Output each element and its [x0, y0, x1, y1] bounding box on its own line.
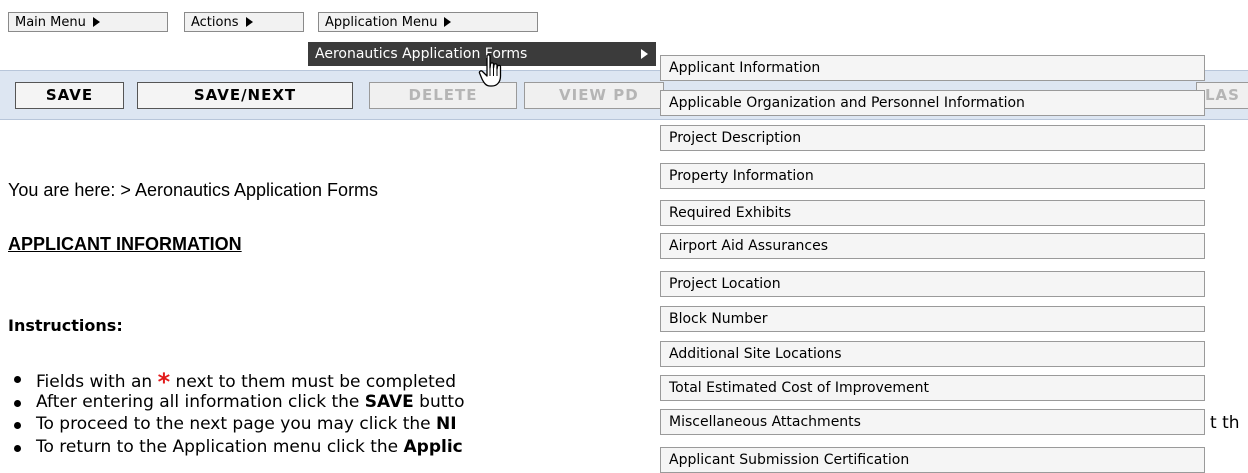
hand-pointer-icon — [478, 54, 502, 87]
flyout-item-airport-aid-assurances[interactable]: Airport Aid Assurances — [660, 233, 1205, 259]
breadcrumb: You are here: > Aeronautics Application … — [8, 180, 379, 200]
view-pdf-button[interactable]: VIEW PD — [524, 82, 664, 109]
instruction-text: Fields with an — [36, 372, 158, 392]
flyout-item-additional-site-locations[interactable]: Additional Site Locations — [660, 341, 1205, 367]
flyout-item-total-estimated-cost[interactable]: Total Estimated Cost of Improvement — [660, 375, 1205, 401]
flyout-item-property-information[interactable]: Property Information — [660, 163, 1205, 189]
flyout-item-applicant-information[interactable]: Applicant Information — [660, 55, 1205, 81]
instruction-bold-text: NI — [436, 414, 457, 434]
application-menu-button[interactable]: Application Menu — [318, 12, 538, 32]
flyout-item-block-number[interactable]: Block Number — [660, 306, 1205, 332]
actions-menu-label: Actions — [191, 15, 239, 30]
triangle-right-icon — [92, 17, 100, 27]
instruction-text: To return to the Application menu click … — [36, 437, 404, 457]
main-menu-label: Main Menu — [15, 15, 86, 30]
triangle-right-icon — [245, 17, 253, 27]
flyout-item-required-exhibits[interactable]: Required Exhibits — [660, 200, 1205, 226]
instruction-text: next to them must be completed — [170, 372, 457, 392]
instruction-bold-text: Applic — [403, 437, 463, 457]
bullet-icon — [14, 400, 21, 407]
flyout-item-project-location[interactable]: Project Location — [660, 271, 1205, 297]
actions-menu-button[interactable]: Actions — [184, 12, 304, 32]
flyout-item-miscellaneous-attachments[interactable]: Miscellaneous Attachments — [660, 409, 1205, 435]
instruction-text: To proceed to the next page you may clic… — [36, 414, 437, 434]
instruction-text: butto — [413, 392, 465, 412]
instruction-text: After entering all information click the — [36, 392, 365, 412]
page-title: APPLICANT INFORMATION — [8, 234, 242, 254]
bullet-icon — [14, 445, 21, 452]
flyout-item-project-description[interactable]: Project Description — [660, 125, 1205, 151]
bullet-icon — [14, 376, 21, 383]
bullet-icon — [14, 422, 21, 429]
triangle-right-icon — [641, 49, 648, 59]
main-menu-button[interactable]: Main Menu — [8, 12, 168, 32]
triangle-right-icon — [444, 17, 452, 27]
instruction-item: After entering all information click the… — [14, 392, 465, 412]
save-button[interactable]: SAVE — [15, 82, 124, 109]
save-next-button[interactable]: SAVE/NEXT — [137, 82, 353, 109]
flyout-item-submission-certification[interactable]: Applicant Submission Certification — [660, 447, 1205, 473]
instruction-item: To return to the Application menu click … — [14, 437, 463, 457]
instruction-text-tail: t th — [1210, 413, 1240, 433]
flyout-item-organization-personnel[interactable]: Applicable Organization and Personnel In… — [660, 90, 1205, 116]
application-menu-label: Application Menu — [325, 15, 438, 30]
instruction-bold-text: SAVE — [364, 392, 414, 412]
instruction-item: To proceed to the next page you may clic… — [14, 414, 457, 434]
instructions-heading: Instructions: — [8, 316, 123, 335]
